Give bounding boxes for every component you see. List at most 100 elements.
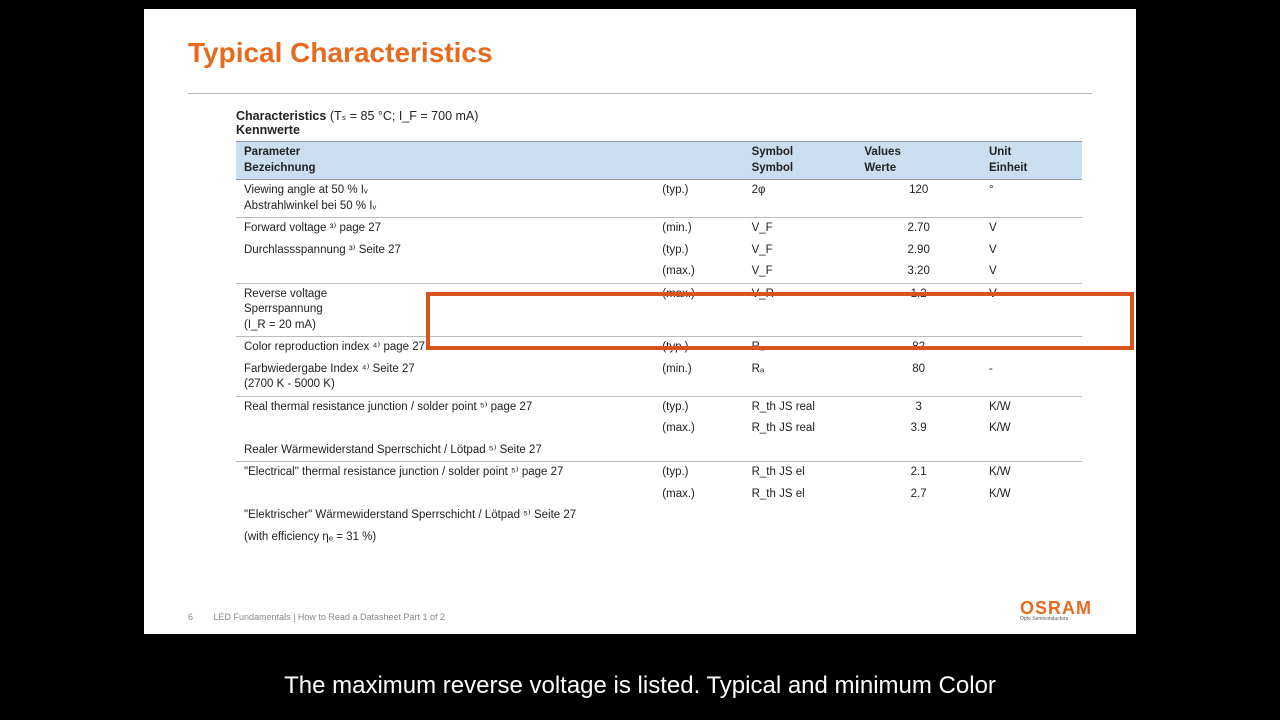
table-row: Realer Wärmewiderstand Sperrschicht / Lö… — [236, 440, 1082, 462]
cell-s: V_R — [744, 283, 857, 337]
cell-p: "Electrical" thermal resistance junction… — [236, 462, 654, 484]
cell-s: R_th JS el — [744, 462, 857, 484]
header-values: ValuesWerte — [856, 142, 981, 180]
cell-v: 120 — [856, 180, 981, 218]
cell-p: (with efficiency ηₑ = 31 %) — [236, 527, 654, 549]
cell-s — [744, 440, 857, 462]
cell-s: R_th JS el — [744, 484, 857, 506]
table-row: Durchlassspannung ³⁾ Seite 27(typ.)V_F2.… — [236, 240, 1082, 262]
cell-u: K/W — [981, 418, 1082, 440]
cell-u — [981, 440, 1082, 462]
cell-v: 3.9 — [856, 418, 981, 440]
cell-p — [236, 261, 654, 283]
cell-v — [856, 440, 981, 462]
cell-n — [654, 440, 743, 462]
cell-u: ° — [981, 180, 1082, 218]
content-area: Characteristics (Tₛ = 85 °C; I_F = 700 m… — [236, 108, 1082, 548]
cell-p: Forward voltage ³⁾ page 27 — [236, 218, 654, 240]
footer-left: 6 LED Fundamentals | How to Read a Datas… — [188, 612, 445, 622]
table-row: Reverse voltageSperrspannung(I_R = 20 mA… — [236, 283, 1082, 337]
cell-v: 2.7 — [856, 484, 981, 506]
cell-n: (typ.) — [654, 337, 743, 359]
char-label: Characteristics — [236, 109, 326, 123]
table-row: Forward voltage ³⁾ page 27(min.)V_F2.70V — [236, 218, 1082, 240]
table-row: (max.)R_th JS el2.7K/W — [236, 484, 1082, 506]
cell-u: K/W — [981, 462, 1082, 484]
cell-p: Realer Wärmewiderstand Sperrschicht / Lö… — [236, 440, 654, 462]
header-unit: UnitEinheit — [981, 142, 1082, 180]
cell-p: Durchlassspannung ³⁾ Seite 27 — [236, 240, 654, 262]
cell-p: Color reproduction index ⁴⁾ page 27 — [236, 337, 654, 359]
cell-n: (typ.) — [654, 180, 743, 218]
cell-v: 82 — [856, 337, 981, 359]
characteristics-table: ParameterBezeichnung SymbolSymbol Values… — [236, 141, 1082, 548]
cell-s: 2φ — [744, 180, 857, 218]
cell-v: 3 — [856, 396, 981, 418]
footer-text: LED Fundamentals | How to Read a Datashe… — [214, 612, 445, 622]
cell-v: 2.90 — [856, 240, 981, 262]
cell-u — [981, 505, 1082, 527]
characteristics-heading: Characteristics (Tₛ = 85 °C; I_F = 700 m… — [236, 108, 1082, 123]
video-caption: The maximum reverse voltage is listed. T… — [0, 672, 1280, 700]
cell-s: Rₐ — [744, 359, 857, 397]
cell-u: - — [981, 359, 1082, 397]
table-row: (max.)V_F3.20V — [236, 261, 1082, 283]
cell-v: 2.70 — [856, 218, 981, 240]
cell-p: "Elektrischer" Wärmewiderstand Sperrschi… — [236, 505, 654, 527]
cell-n — [654, 505, 743, 527]
slide-footer: 6 LED Fundamentals | How to Read a Datas… — [188, 599, 1092, 622]
cell-n: (max.) — [654, 283, 743, 337]
cell-u: K/W — [981, 396, 1082, 418]
cell-n: (typ.) — [654, 240, 743, 262]
cell-p — [236, 484, 654, 506]
cell-n: (max.) — [654, 261, 743, 283]
cell-p: Reverse voltageSperrspannung(I_R = 20 mA… — [236, 283, 654, 337]
header-note — [654, 142, 743, 180]
cell-v: 1.2 — [856, 283, 981, 337]
cell-n: (max.) — [654, 418, 743, 440]
cell-s: Rₐ — [744, 337, 857, 359]
cell-n: (typ.) — [654, 396, 743, 418]
divider — [188, 93, 1092, 94]
table-row: (with efficiency ηₑ = 31 %) — [236, 527, 1082, 549]
cell-v — [856, 505, 981, 527]
cell-p: Real thermal resistance junction / solde… — [236, 396, 654, 418]
cell-u: V — [981, 240, 1082, 262]
table-row: (max.)R_th JS real3.9K/W — [236, 418, 1082, 440]
slide: Typical Characteristics Characteristics … — [144, 9, 1136, 634]
cell-p — [236, 418, 654, 440]
cell-n: (typ.) — [654, 462, 743, 484]
cell-n: (min.) — [654, 359, 743, 397]
cell-p: Farbwiedergabe Index ⁴⁾ Seite 27(2700 K … — [236, 359, 654, 397]
cell-s: R_th JS real — [744, 396, 857, 418]
table-row: "Electrical" thermal resistance junction… — [236, 462, 1082, 484]
cell-n: (max.) — [654, 484, 743, 506]
cell-u: V — [981, 218, 1082, 240]
header-parameter: ParameterBezeichnung — [236, 142, 654, 180]
cell-v — [856, 527, 981, 549]
slide-title: Typical Characteristics — [188, 37, 1092, 69]
cell-u: V — [981, 283, 1082, 337]
table-row: Real thermal resistance junction / solde… — [236, 396, 1082, 418]
brand-name: OSRAM — [1020, 598, 1092, 618]
cell-s: V_F — [744, 218, 857, 240]
cell-p: Viewing angle at 50 % IᵥAbstrahlwinkel b… — [236, 180, 654, 218]
cell-s — [744, 527, 857, 549]
cell-u — [981, 527, 1082, 549]
cell-n — [654, 527, 743, 549]
cell-u: K/W — [981, 484, 1082, 506]
cell-s: R_th JS real — [744, 418, 857, 440]
cell-s: V_F — [744, 240, 857, 262]
cell-v: 80 — [856, 359, 981, 397]
table-row: Farbwiedergabe Index ⁴⁾ Seite 27(2700 K … — [236, 359, 1082, 397]
header-symbol: SymbolSymbol — [744, 142, 857, 180]
cell-n: (min.) — [654, 218, 743, 240]
table-header-row: ParameterBezeichnung SymbolSymbol Values… — [236, 142, 1082, 180]
cell-u: V — [981, 261, 1082, 283]
char-conditions: (Tₛ = 85 °C; I_F = 700 mA) — [330, 109, 479, 123]
page-number: 6 — [188, 612, 193, 622]
table-row: Color reproduction index ⁴⁾ page 27(typ.… — [236, 337, 1082, 359]
cell-u: - — [981, 337, 1082, 359]
cell-v: 2.1 — [856, 462, 981, 484]
table-row: "Elektrischer" Wärmewiderstand Sperrschi… — [236, 505, 1082, 527]
